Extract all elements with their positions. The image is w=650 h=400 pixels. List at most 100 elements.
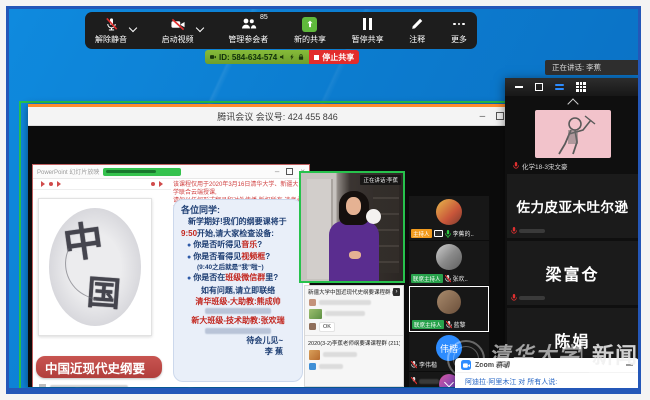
chat-minimize-icon[interactable] — [626, 364, 633, 366]
avatar — [436, 199, 462, 225]
minimize-button[interactable]: – — [480, 111, 486, 122]
slide-signature: 李 蕉 — [181, 346, 295, 357]
share-screen-icon — [302, 17, 317, 32]
slide-bullet-1: ●你是否听得见音乐? — [181, 239, 295, 251]
panel-maximize-icon[interactable] — [535, 83, 543, 91]
wechat-group2-header: 2020(3-2)李蕉老师纲要课课程群 (211) — [305, 337, 403, 348]
unmute-button[interactable]: 解除静音 — [95, 17, 127, 45]
speaker-avatar-tile[interactable] — [535, 110, 611, 158]
tencent-id-overlay — [103, 168, 181, 176]
desktop: 解除静音 启动视频 85 管理参会者 新的共享 — [6, 6, 641, 394]
pause-share-button[interactable]: 暂停共享 — [352, 17, 384, 45]
video-options-chevron-icon[interactable] — [195, 23, 203, 31]
tencent-meeting-window: 腾讯会议 会议号: 424 455 846 – × PowerPoint 幻灯片… — [28, 104, 527, 387]
participant-tile-cohost-1[interactable]: 联席主持人 张欢.. — [409, 241, 489, 285]
media-controls-row — [33, 178, 171, 190]
participant-tile-host[interactable]: 主持人 李蕉的.. — [409, 196, 489, 240]
manage-participants-button[interactable]: 85 管理参会者 — [228, 17, 268, 45]
zoom-chat-popup[interactable]: Zoom 群聊 阿迪拉·阿里木江 对 所有人说: — [455, 358, 639, 392]
stop-icon — [314, 55, 319, 60]
collapse-panel-chevron-icon[interactable] — [567, 98, 578, 109]
start-video-button[interactable]: 启动视频 — [162, 17, 194, 45]
course-title-banner: 中国近现代史纲要 — [36, 356, 162, 378]
slide-bullet-2-note: (9:40之后就是“我”啦~) — [181, 263, 295, 272]
participant-name-tile[interactable]: 梁富仓 — [507, 241, 638, 305]
annotate-label: 注释 — [409, 34, 425, 45]
signal-icon — [289, 54, 295, 60]
blurred-name — [419, 379, 439, 384]
slide-main-pane: 该课程仅用于2020年3月16日清华大学、新疆大学联合云端授课, 请勿以任何形式… — [171, 178, 309, 387]
tencent-titlebar[interactable]: 腾讯会议 会议号: 424 455 846 – × — [28, 107, 527, 126]
chat-popup-titlebar[interactable]: Zoom 群聊 — [455, 358, 639, 373]
slide-greeting: 各位同学: — [181, 205, 295, 216]
participant-name: 蓝黎 — [454, 320, 466, 329]
participant-name: 陈娟 — [554, 328, 590, 352]
wechat-image-thumb-2 — [309, 350, 320, 360]
mic-muted-icon — [511, 294, 517, 302]
forward-icon — [159, 181, 163, 187]
lock-icon — [298, 54, 304, 60]
annotate-button[interactable]: 注释 — [409, 17, 425, 45]
slide-intro-line2: 9:50开始,请大家检查设备: — [181, 228, 295, 239]
meeting-id-text: ID: 584-634-574 — [219, 53, 277, 62]
active-speaker-tooltip: 正在讲话: 李蕉 — [545, 60, 641, 75]
ppt-maximize-glyph — [286, 168, 293, 175]
pause-share-label: 暂停共享 — [352, 34, 384, 45]
participant-name: 李蕉的.. — [453, 229, 474, 238]
slide-intro-line1: 新学期好!我们的纲要课将于 — [181, 216, 295, 227]
wechat-group2-title: 2020(3-2)李蕉老师纲要课课程群 (211) — [308, 339, 400, 347]
wechat-ok-row: OK — [305, 320, 403, 333]
wechat-group1-header: 新疆大学中国近现代史纲要课程群 (105) › — [305, 286, 403, 297]
wechat-image-row — [305, 307, 403, 320]
participant-name: 梁富仓 — [545, 261, 599, 285]
slide-bullet-2: ●你是否看得见视频框? — [181, 251, 295, 263]
new-share-label: 新的共享 — [294, 34, 326, 45]
chat-message-sender: 阿迪拉·阿里木江 对 所有人说: — [455, 373, 639, 387]
panel-minimize-icon[interactable] — [515, 86, 523, 88]
new-share-button[interactable]: 新的共享 — [294, 17, 326, 45]
teacher-hand — [349, 251, 361, 259]
participant-tile-cohost-2[interactable]: 联席主持人 蓝黎 — [409, 286, 489, 332]
gallery-view-icon[interactable] — [576, 82, 586, 92]
stop-share-label: 停止共享 — [322, 52, 354, 63]
start-video-label: 启动视频 — [162, 34, 194, 45]
slide-bullet-3: ●你是否在班级微信群里? — [181, 272, 295, 284]
participant-name: 佐力皮亚木吐尔逊 — [517, 196, 629, 216]
blurred-phone-2 — [205, 328, 271, 334]
tencent-window-title: 腾讯会议 会议号: 424 455 846 — [28, 110, 527, 123]
slide-bye: 待会儿见~ — [181, 335, 295, 346]
stop-share-button[interactable]: 停止共享 — [309, 50, 359, 64]
disclaimer-line1: 该课程仅用于2020年3月16日清华大学、新疆大学联合云端授课, — [173, 181, 303, 197]
unmute-label: 解除静音 — [95, 34, 127, 45]
pen-icon — [410, 17, 424, 32]
sharing-screen-icon — [434, 230, 443, 237]
mic-muted-icon — [445, 275, 451, 283]
zoom-panel-titlebar[interactable] — [505, 78, 640, 96]
zoom-app-icon — [210, 54, 216, 60]
tencent-content-area: PowerPoint 幻灯片放映 – × — [28, 126, 527, 387]
mic-muted-icon — [104, 17, 119, 32]
sketch-avatar-illustration — [535, 110, 611, 158]
slide-ta1: 清华班级-大助教:熊成帅 — [181, 296, 295, 307]
participants-icon: 85 — [240, 17, 257, 32]
blurred-name-label — [519, 296, 545, 300]
mic-muted-icon — [446, 321, 452, 329]
participants-count-badge: 85 — [260, 14, 268, 21]
wechat-group1-title: 新疆大学中国近现代史纲要课程群 (105) — [308, 288, 393, 296]
maximize-button[interactable] — [496, 112, 504, 120]
teacher-face — [346, 197, 361, 215]
zoom-video-panel: 化学18-3宋文豪 佐力皮亚木吐尔逊 梁富仓 陈娟 — [505, 78, 640, 387]
participant-name: 张欢.. — [453, 274, 468, 283]
more-button[interactable]: 更多 — [451, 17, 467, 45]
screenshot-root: 解除静音 启动视频 85 管理参会者 新的共享 — [0, 0, 650, 400]
mic-options-chevron-icon[interactable] — [129, 23, 137, 31]
zoom-logo-icon — [461, 360, 471, 370]
speaker-view-icon[interactable] — [555, 84, 564, 91]
slide-contact-line: 如有问题,请立即联络 — [181, 285, 295, 296]
mic-muted-icon — [513, 162, 519, 170]
slide-ta2: 新大班级-技术助教:张欢瑞 — [181, 315, 295, 326]
camera-muted-icon — [170, 17, 186, 32]
mic-muted-icon — [411, 361, 417, 369]
play-icon — [41, 181, 45, 187]
participant-name-tile[interactable]: 佐力皮亚木吐尔逊 — [507, 174, 638, 238]
